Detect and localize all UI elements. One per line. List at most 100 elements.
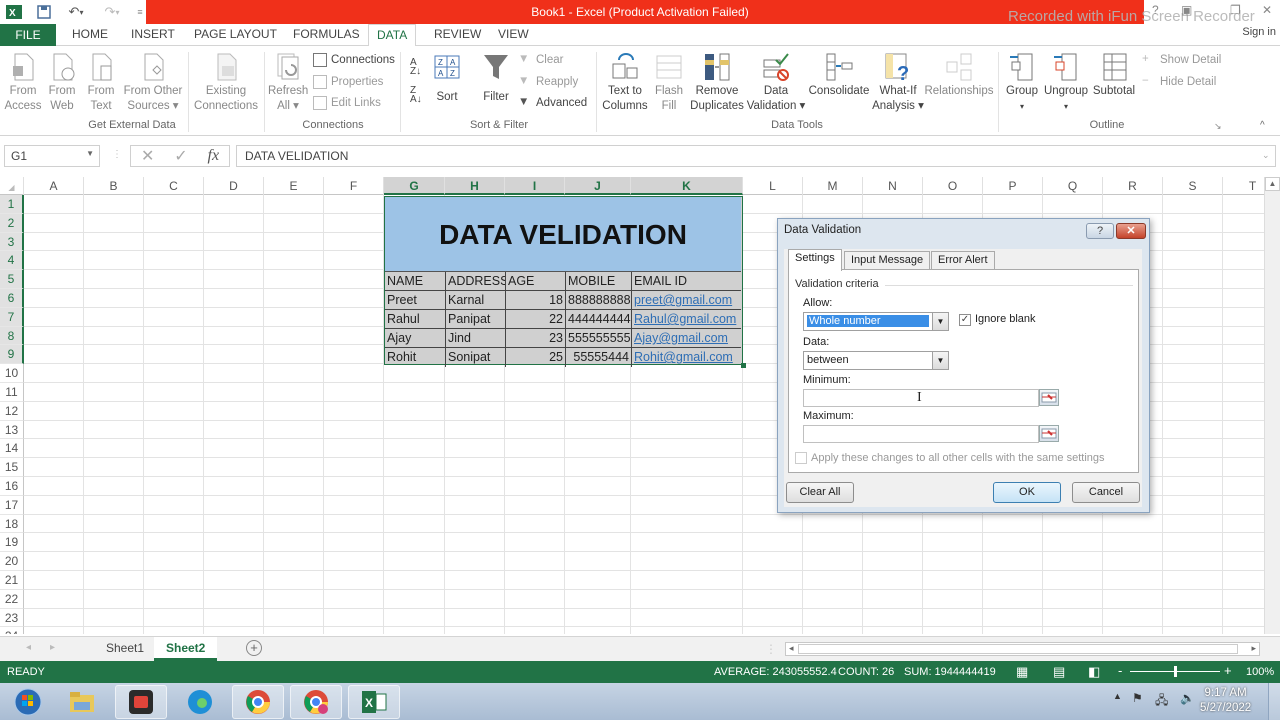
dialog-close-button[interactable]: ✕ [1116,223,1146,239]
row-header-11[interactable]: 11 [0,383,24,402]
tab-insert[interactable]: INSERT [131,27,175,41]
help-icon[interactable]: ? [1152,3,1159,17]
sort-a-to-z-button[interactable]: A Z↓ [410,58,426,77]
apply-all-checkbox[interactable] [795,452,807,464]
column-header-h[interactable]: H [445,177,505,195]
ignore-blank-checkbox[interactable]: ✓ [959,314,971,326]
taskbar-excel[interactable]: X [348,685,400,719]
row-header-5[interactable]: 5 [0,270,24,289]
cell-age[interactable]: 25 [506,348,566,367]
tab-data[interactable]: DATA [368,24,417,47]
cell-age[interactable]: 23 [506,329,566,348]
row-header-9[interactable]: 9 [0,345,24,365]
connections-button[interactable]: Connections [313,53,395,67]
taskbar-screen-recorder[interactable] [115,685,167,719]
minimum-range-picker-button[interactable] [1039,389,1059,406]
sheet-tab-sheet1[interactable]: Sheet1 [94,637,156,661]
cell-name[interactable]: Ajay [385,329,446,348]
row-header-2[interactable]: 2 [0,213,24,233]
taskbar-chrome[interactable] [232,685,284,719]
taskbar-edge[interactable] [174,685,226,719]
flash-fill-button[interactable]: Flash Fill [652,52,686,114]
cell-mobile[interactable]: 555555555 [566,329,632,348]
row-header-19[interactable]: 19 [0,533,24,553]
cell-email-link[interactable]: Rohit@gmail.com [632,348,741,367]
row-header-23[interactable]: 23 [0,608,24,628]
scroll-sheets-right-icon[interactable]: ▸ [50,642,55,653]
header-cell[interactable]: NAME [385,272,446,291]
show-detail-button[interactable]: + Show Detail [1142,53,1221,67]
page-break-view-icon[interactable]: ◧ [1088,664,1100,680]
column-header-a[interactable]: A [24,177,84,195]
column-header-b[interactable]: B [84,177,144,195]
zoom-slider-thumb[interactable] [1174,666,1177,677]
column-header-g[interactable]: G [384,177,445,195]
chevron-down-icon[interactable]: ▼ [86,149,94,158]
scroll-up-icon[interactable]: ▲ [1265,177,1280,191]
column-header-c[interactable]: C [144,177,204,195]
fill-handle[interactable] [741,363,746,368]
clear-all-button[interactable]: Clear All [786,482,854,503]
clear-filter-button[interactable]: ▼ Clear [518,53,563,67]
allow-select[interactable]: Whole number ▼ [803,312,949,331]
row-header-3[interactable]: 3 [0,232,24,252]
scroll-thumb[interactable] [798,644,1238,654]
filter-button[interactable]: Filter [478,52,514,105]
page-layout-view-icon[interactable]: ▤ [1053,664,1065,680]
column-header-n[interactable]: N [863,177,923,195]
cell-name[interactable]: Rohit [385,348,446,367]
expand-formula-bar-icon[interactable]: ⌄ [1262,150,1270,161]
row-header-14[interactable]: 14 [0,439,24,459]
row-header-12[interactable]: 12 [0,401,24,421]
what-if-analysis-button[interactable]: ? What-If Analysis ▾ [872,52,924,114]
group-button[interactable]: Group ▾ [1002,52,1042,114]
reapply-button[interactable]: ▼ Reapply [518,75,578,89]
network-icon[interactable]: 🖧 [1155,691,1168,712]
header-cell[interactable]: EMAIL ID [632,272,741,291]
advanced-filter-button[interactable]: ▼ Advanced [518,96,587,110]
row-header-20[interactable]: 20 [0,552,24,571]
row-header-1[interactable]: 1 [0,195,24,214]
new-sheet-icon[interactable]: + [246,640,262,656]
row-header-4[interactable]: 4 [0,251,24,271]
row-header-22[interactable]: 22 [0,589,24,609]
row-header-8[interactable]: 8 [0,326,24,346]
cell-address[interactable]: Sonipat [446,348,506,367]
start-button[interactable] [2,685,54,719]
cell-name[interactable]: Rahul [385,310,446,329]
close-icon[interactable]: ✕ [1262,3,1272,17]
dialog-tab-settings[interactable]: Settings [788,249,842,271]
column-header-q[interactable]: Q [1043,177,1103,195]
column-header-p[interactable]: P [983,177,1043,195]
column-header-m[interactable]: M [803,177,863,195]
row-header-7[interactable]: 7 [0,307,24,327]
text-to-columns-button[interactable]: Text to Columns [600,52,650,114]
row-header-18[interactable]: 18 [0,514,24,534]
tab-view[interactable]: VIEW [498,27,529,41]
taskbar-chrome-profile[interactable] [290,685,342,719]
column-header-k[interactable]: K [631,177,743,195]
maximum-input[interactable] [803,425,1039,443]
edit-links-button[interactable]: Edit Links [313,96,381,110]
sign-in-link[interactable]: Sign in [1242,26,1276,38]
volume-icon[interactable]: 🔈 [1180,691,1195,705]
refresh-all-button[interactable]: Refresh All ▾ [268,52,308,114]
system-clock[interactable]: 9:17 AM 5/27/2022 [1200,686,1251,716]
dialog-tab-input-message[interactable]: Input Message [844,251,931,270]
column-header-d[interactable]: D [204,177,264,195]
select-all-corner[interactable]: ◢ [0,177,24,195]
tab-page-layout[interactable]: PAGE LAYOUT [194,27,277,41]
column-header-o[interactable]: O [923,177,983,195]
normal-view-icon[interactable]: ▦ [1016,664,1028,680]
cell-age[interactable]: 22 [506,310,566,329]
scroll-left-icon[interactable]: ◂ [789,643,794,654]
formula-input[interactable]: DATA VELIDATION [236,145,1276,167]
zoom-level[interactable]: 100% [1246,666,1274,678]
row-header-10[interactable]: 10 [0,364,24,383]
remove-duplicates-button[interactable]: Remove Duplicates [688,52,746,114]
cell-address[interactable]: Karnal [446,291,506,310]
cell-mobile[interactable]: 55555444 [566,348,632,367]
column-header-e[interactable]: E [264,177,324,195]
header-cell[interactable]: MOBILE [566,272,632,291]
data-operator-select[interactable]: between ▼ [803,351,949,370]
